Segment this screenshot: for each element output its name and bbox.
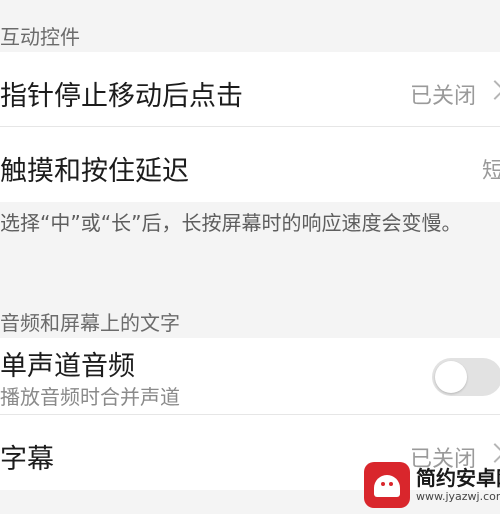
chevron-right-icon: [485, 80, 500, 100]
touch-hold-value: 短: [481, 159, 500, 184]
touch-hold-note: 选择“中”或“长”后，长按屏幕时的响应速度会变慢。: [0, 202, 500, 268]
captions-title: 字幕: [0, 444, 54, 475]
section-header-interaction: 互动控件: [0, 25, 80, 49]
chevron-right-icon: [485, 443, 500, 463]
toggle-knob: [435, 361, 467, 393]
mono-audio-subtitle: 播放音频时合并声道: [0, 385, 180, 409]
watermark-name: 简约安卓网: [416, 466, 500, 490]
android-icon: [364, 462, 410, 508]
watermark-url: www.jyazwj.com: [416, 490, 500, 503]
mono-audio-row[interactable]: 单声道音频 播放音频时合并声道: [0, 338, 500, 414]
pointer-click-row[interactable]: 指针停止移动后点击 已关闭: [0, 52, 500, 126]
pointer-click-title: 指针停止移动后点击: [0, 81, 243, 112]
pointer-click-value: 已关闭: [409, 84, 476, 109]
touch-hold-row[interactable]: 触摸和按住延迟 短: [0, 127, 500, 202]
section-header-audio: 音频和屏幕上的文字: [0, 311, 180, 335]
touch-hold-title: 触摸和按住延迟: [0, 156, 189, 187]
mono-audio-toggle[interactable]: [432, 358, 500, 396]
mono-audio-title: 单声道音频: [0, 351, 135, 382]
watermark: 简约安卓网 www.jyazwj.com: [364, 462, 500, 508]
